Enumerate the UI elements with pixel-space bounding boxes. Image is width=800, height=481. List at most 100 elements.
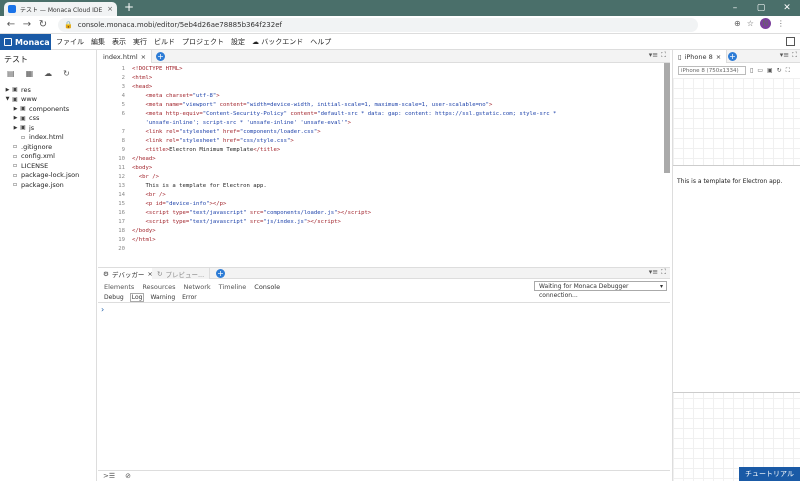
tree-item[interactable]: ▫ .gitignore bbox=[0, 142, 97, 152]
tree-toggle-icon[interactable]: ▶ bbox=[12, 115, 19, 121]
subtab-network[interactable]: Network bbox=[184, 283, 211, 291]
reload-icon[interactable]: ↻ bbox=[36, 18, 50, 32]
console-prompt[interactable]: › bbox=[101, 305, 104, 314]
menu-file[interactable]: ファイル bbox=[56, 37, 84, 47]
browser-tab-close-icon[interactable]: × bbox=[107, 5, 113, 13]
tree-toggle-icon[interactable]: ▶ bbox=[12, 106, 19, 112]
screenshot-icon[interactable]: ▣ bbox=[767, 67, 773, 74]
tree-item[interactable]: ▫ package.json bbox=[0, 180, 97, 190]
extension-icon[interactable]: ⊕ bbox=[734, 19, 741, 28]
minimize-icon[interactable]: – bbox=[722, 0, 748, 16]
pane-menu-icon[interactable]: ▾≡ bbox=[649, 51, 658, 60]
more-menu-icon[interactable]: ⋮ bbox=[777, 19, 785, 28]
maximize-icon[interactable]: ▢ bbox=[748, 0, 774, 16]
code-line[interactable]: 10 </head> bbox=[98, 155, 670, 164]
menu-project[interactable]: プロジェクト bbox=[182, 37, 224, 47]
new-tab-button[interactable]: + bbox=[122, 1, 136, 15]
forward-icon[interactable]: → bbox=[20, 18, 34, 32]
code-line[interactable]: 18 </body> bbox=[98, 227, 670, 236]
code-line[interactable]: 7 <link rel="stylesheet" href="component… bbox=[98, 128, 670, 137]
tab-debugger[interactable]: ⚙ デバッガー × bbox=[98, 268, 159, 279]
log-tab-debug[interactable]: Debug bbox=[103, 294, 125, 301]
browser-tab[interactable]: テスト — Monaca Cloud IDE × bbox=[4, 2, 117, 16]
refresh-icon[interactable]: ↻ bbox=[63, 69, 70, 78]
menu-run[interactable]: 実行 bbox=[133, 37, 147, 47]
code-line[interactable]: 16 <script type="text/javascript" src="c… bbox=[98, 209, 670, 218]
code-line[interactable]: 3 <head> bbox=[98, 83, 670, 92]
menu-view[interactable]: 表示 bbox=[112, 37, 126, 47]
upload-icon[interactable]: ☁ bbox=[44, 69, 52, 78]
profile-avatar[interactable]: N bbox=[759, 18, 771, 29]
subtab-elements[interactable]: Elements bbox=[104, 283, 134, 291]
add-tab-button[interactable]: + bbox=[728, 52, 737, 61]
menu-help[interactable]: ヘルプ bbox=[310, 37, 331, 47]
new-file-icon[interactable]: ▤ bbox=[7, 69, 15, 78]
menu-settings[interactable]: 設定 bbox=[231, 37, 245, 47]
tree-item[interactable]: ▫ package-lock.json bbox=[0, 171, 97, 181]
tree-item[interactable]: ▶ ▣ components bbox=[0, 104, 97, 114]
pane-expand-icon[interactable]: ⛶ bbox=[792, 51, 797, 60]
menu-backend[interactable]: ☁ バックエンド bbox=[252, 37, 303, 47]
portrait-icon[interactable]: ▯ bbox=[750, 67, 753, 74]
back-icon[interactable]: ← bbox=[4, 18, 18, 32]
url-input[interactable]: 🔒 console.monaca.mobi/editor/5eb4d26ae78… bbox=[58, 18, 698, 32]
code-line[interactable]: 'unsafe-inline'; script-src * 'unsafe-in… bbox=[98, 119, 670, 128]
editor-scrollbar[interactable] bbox=[664, 63, 670, 173]
tab-preview[interactable]: ↻ プレビュー... bbox=[152, 268, 211, 279]
subtab-console[interactable]: Console bbox=[254, 283, 280, 291]
log-tab-log[interactable]: Log bbox=[129, 293, 145, 302]
pane-expand-icon[interactable]: ⛶ bbox=[661, 51, 666, 60]
add-tab-button[interactable]: + bbox=[156, 52, 165, 61]
new-folder-icon[interactable]: ▦ bbox=[26, 69, 34, 78]
code-line[interactable]: 19 </html> bbox=[98, 236, 670, 245]
console-toggle-icon[interactable]: >☰ bbox=[103, 472, 115, 480]
code-line[interactable]: 15 <p id="device-info"></p> bbox=[98, 200, 670, 209]
bookmark-star-icon[interactable]: ☆ bbox=[747, 19, 754, 28]
pane-menu-icon[interactable]: ▾≡ bbox=[649, 268, 658, 277]
code-line[interactable]: 17 <script type="text/javascript" src="j… bbox=[98, 218, 670, 227]
tree-item[interactable]: ▫ config.xml bbox=[0, 152, 97, 162]
tutorial-button[interactable]: チュートリアル bbox=[739, 467, 800, 481]
log-tab-warning[interactable]: Warning bbox=[149, 294, 176, 301]
tab-close-icon[interactable]: × bbox=[141, 53, 146, 61]
code-line[interactable]: 11 <body> bbox=[98, 164, 670, 173]
monaca-logo[interactable]: Monaca bbox=[0, 34, 51, 50]
window-close-icon[interactable]: ✕ bbox=[774, 0, 800, 16]
reload-icon[interactable]: ↻ bbox=[777, 67, 782, 74]
tree-item[interactable]: ▼ ▣ www bbox=[0, 95, 97, 105]
debugger-connection-select[interactable]: Waiting for Monaca Debugger connection..… bbox=[534, 281, 667, 299]
code-line[interactable]: 1 <!DOCTYPE HTML> bbox=[98, 65, 670, 74]
log-tab-error[interactable]: Error bbox=[181, 294, 198, 301]
code-line[interactable]: 5 <meta name="viewport" content="width=d… bbox=[98, 101, 670, 110]
clear-console-icon[interactable]: ⊘ bbox=[125, 472, 131, 480]
expand-icon[interactable]: ⛶ bbox=[786, 67, 790, 75]
code-line[interactable]: 8 <link rel="stylesheet" href="css/style… bbox=[98, 137, 670, 146]
tab-close-icon[interactable]: × bbox=[716, 53, 721, 61]
menu-build[interactable]: ビルド bbox=[154, 37, 175, 47]
device-select[interactable]: iPhone 8 (750x1334) bbox=[678, 66, 746, 75]
landscape-icon[interactable]: ▭ bbox=[757, 67, 763, 74]
menu-edit[interactable]: 編集 bbox=[91, 37, 105, 47]
tab-iphone8[interactable]: ▯ iPhone 8 × bbox=[673, 50, 728, 63]
subtab-resources[interactable]: Resources bbox=[142, 283, 175, 291]
tree-item[interactable]: ▶ ▣ js bbox=[0, 123, 97, 133]
tree-item[interactable]: ▶ ▣ res bbox=[0, 85, 97, 95]
fullscreen-icon[interactable] bbox=[786, 37, 795, 46]
pane-expand-icon[interactable]: ⛶ bbox=[661, 268, 666, 277]
tree-item[interactable]: ▫ LICENSE bbox=[0, 161, 97, 171]
code-line[interactable]: 4 <meta charset="utf-8"> bbox=[98, 92, 670, 101]
code-line[interactable]: 12 <br /> bbox=[98, 173, 670, 182]
code-editor[interactable]: 1 <!DOCTYPE HTML> 2 <html> 3 <head> 4 <meta ch… bbox=[98, 63, 670, 264]
tree-item[interactable]: ▶ ▣ css bbox=[0, 114, 97, 124]
code-line[interactable]: 13 This is a template for Electron app. bbox=[98, 182, 670, 191]
subtab-timeline[interactable]: Timeline bbox=[219, 283, 247, 291]
code-line[interactable]: 20 bbox=[98, 245, 670, 254]
code-line[interactable]: 9 <title>Electron Minimum Template</titl… bbox=[98, 146, 670, 155]
tree-toggle-icon[interactable]: ▼ bbox=[4, 96, 11, 102]
code-line[interactable]: 2 <html> bbox=[98, 74, 670, 83]
pane-menu-icon[interactable]: ▾≡ bbox=[780, 51, 789, 60]
device-screen[interactable]: This is a template for Electron app. bbox=[673, 165, 800, 393]
code-line[interactable]: 14 <br /> bbox=[98, 191, 670, 200]
add-tab-button[interactable]: + bbox=[216, 269, 225, 278]
tree-toggle-icon[interactable]: ▶ bbox=[12, 125, 19, 131]
